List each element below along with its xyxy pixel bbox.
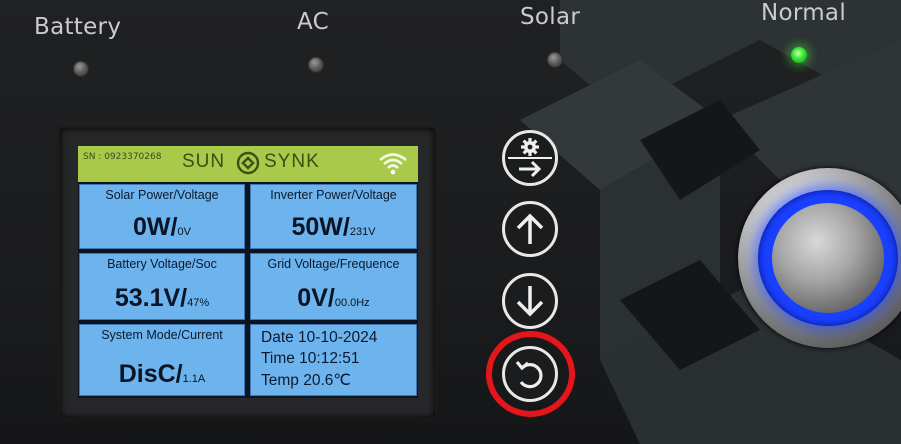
mode-tile-value: DisC/1.1A <box>80 360 244 389</box>
solar-led <box>547 52 563 68</box>
arrow-up-icon <box>516 213 544 244</box>
inverter-tile: Inverter Power/Voltage 50W/231V <box>250 184 417 249</box>
inverter-tile-value: 50W/231V <box>251 213 416 242</box>
date-readout: Date 10-10-2024 <box>261 329 378 346</box>
battery-tile-value: 53.1V/47% <box>80 284 244 313</box>
grid-tile-label: Grid Voltage/Frequence <box>267 257 400 271</box>
wifi-icon <box>379 153 407 175</box>
mode-tile-label: System Mode/Current <box>101 328 223 342</box>
grid-frequency-value: 00.0Hz <box>334 297 370 309</box>
temperature-readout: Temp 20.6℃ <box>261 372 351 389</box>
up-button[interactable] <box>502 201 558 257</box>
back-button-highlight-circle <box>486 331 575 417</box>
lcd-screen: SN : 0923370268 SUN SYNK Solar Power/Vol… <box>78 146 418 398</box>
datetime-tile: Date 10-10-2024 Time 10:12:51 Temp 20.6℃ <box>250 324 417 396</box>
normal-led <box>791 47 807 63</box>
down-button[interactable] <box>502 273 558 329</box>
ac-led <box>308 57 324 73</box>
mode-tile: System Mode/Current DisC/1.1A <box>79 324 245 396</box>
ac-indicator-label: AC <box>297 9 329 35</box>
battery-tile: Battery Voltage/Soc 53.1V/47% <box>79 253 245 320</box>
inverter-voltage-value: 231V <box>349 226 376 238</box>
time-readout: Time 10:12:51 <box>261 350 360 367</box>
solar-tile: Solar Power/Voltage 0W/0V <box>79 184 245 249</box>
arrow-down-icon <box>516 286 544 317</box>
serial-number: SN : 0923370268 <box>83 152 162 162</box>
settings-enter-button[interactable] <box>502 130 558 186</box>
solar-power-value: 0W/ <box>133 213 178 241</box>
power-button[interactable] <box>772 203 884 313</box>
system-current-value: 1.1A <box>182 373 206 385</box>
normal-indicator-label: Normal <box>761 0 847 26</box>
inverter-power-value: 50W/ <box>291 213 350 241</box>
brand-name-left: SUN <box>182 151 226 172</box>
battery-led <box>73 61 89 77</box>
battery-indicator-label: Battery <box>34 14 122 40</box>
solar-tile-label: Solar Power/Voltage <box>105 188 219 202</box>
solar-voltage-value: 0V <box>177 226 191 238</box>
gear-arrow-icon <box>508 138 552 178</box>
solar-indicator-label: Solar <box>520 4 581 30</box>
solar-tile-value: 0W/0V <box>80 213 244 242</box>
brand-name-right: SYNK <box>264 151 320 172</box>
system-mode-value: DisC/ <box>118 360 183 388</box>
grid-voltage-value: 0V/ <box>297 284 335 312</box>
battery-tile-label: Battery Voltage/Soc <box>107 257 217 271</box>
inverter-tile-label: Inverter Power/Voltage <box>270 188 397 202</box>
grid-tile-value: 0V/00.0Hz <box>251 284 416 313</box>
grid-tile: Grid Voltage/Frequence 0V/00.0Hz <box>250 253 417 320</box>
battery-voltage-value: 53.1V/ <box>114 284 188 312</box>
inverter-panel: Battery AC Solar Normal SN : 0923370268 … <box>0 0 901 444</box>
battery-soc-value: 47% <box>187 297 210 309</box>
sunsynk-logo-icon <box>236 151 260 175</box>
lcd-topbar: SN : 0923370268 SUN SYNK <box>78 146 418 182</box>
